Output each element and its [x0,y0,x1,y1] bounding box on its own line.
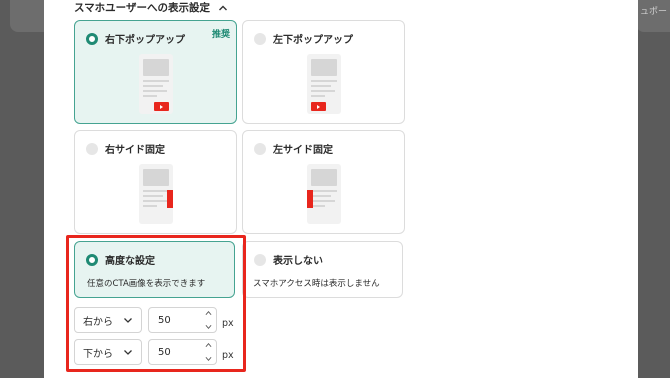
option-right-side-fixed[interactable]: 右サイド固定 [74,130,237,234]
background-support-text: ュポート [640,7,670,17]
radio-unselected[interactable] [254,142,266,155]
section-header[interactable]: スマホユーザーへの表示設定 [74,0,228,15]
side-tab-icon [167,190,173,208]
popup-banner-icon [311,102,326,111]
option-bottom-right-popup[interactable]: 右下ポップアップ 推奨 [74,20,237,124]
option-label: 右下ポップアップ [105,35,185,46]
radio-unselected[interactable] [254,32,266,45]
option-description: スマホアクセス時は表示しません [253,279,380,289]
phone-preview-illustration [307,54,341,114]
radio-selected[interactable] [86,32,98,45]
option-label: 表示しない [273,256,323,267]
option-label: 左サイド固定 [273,145,333,156]
option-bottom-left-popup[interactable]: 左下ポップアップ [242,20,405,124]
chevron-up-icon [218,5,227,10]
radio-unselected[interactable] [254,253,266,266]
option-left-side-fixed[interactable]: 左サイド固定 [242,130,405,234]
popup-banner-icon [154,102,169,111]
highlight-annotation-box [66,235,246,372]
section-title: スマホユーザーへの表示設定 [74,2,210,14]
option-label: 右サイド固定 [105,145,165,156]
recommended-badge: 推奨 [211,30,230,40]
radio-unselected[interactable] [86,142,98,155]
phone-preview-illustration [307,164,341,224]
option-label: 左下ポップアップ [273,35,353,46]
phone-preview-illustration [139,54,173,114]
side-tab-icon [307,190,313,208]
option-do-not-display[interactable]: 表示しない スマホアクセス時は表示しません [242,241,403,298]
phone-preview-illustration [139,164,173,224]
